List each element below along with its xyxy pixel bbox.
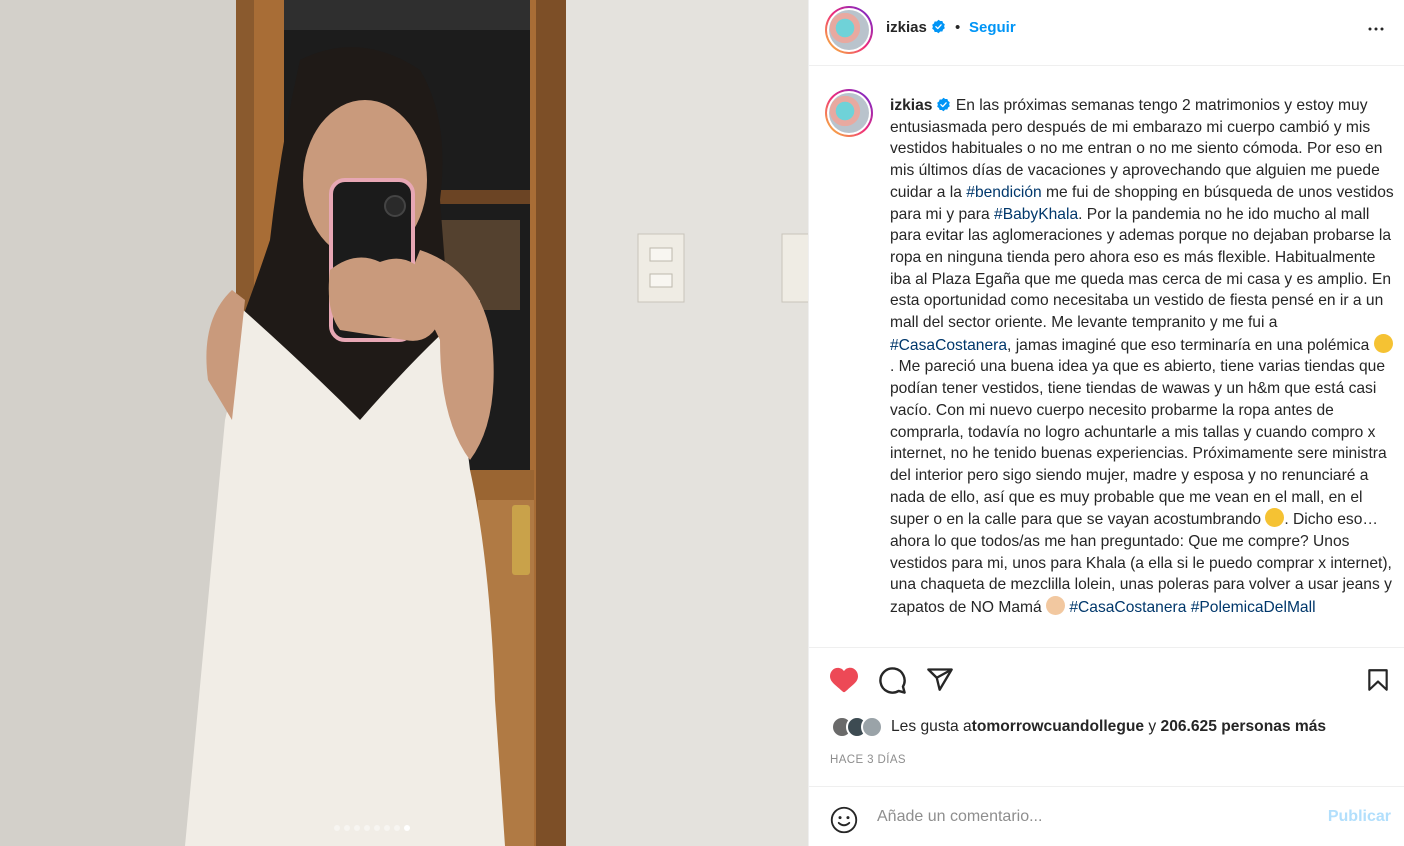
carousel-dot[interactable]	[334, 825, 340, 831]
carousel-dot[interactable]	[394, 825, 400, 831]
separator-dot: •	[955, 19, 961, 36]
carousel-dot[interactable]	[404, 825, 410, 831]
hashtag-link[interactable]: #BabyKhala	[994, 206, 1078, 223]
hashtag-link[interactable]: #bendición	[966, 184, 1041, 201]
comment-icon[interactable]	[878, 666, 907, 695]
post-timestamp[interactable]: HACE 3 DÍAS	[830, 754, 906, 766]
hashtag-link[interactable]: #CasaCostanera	[1069, 599, 1186, 616]
mother-emoji	[1046, 596, 1066, 616]
comment-box: Añade un comentario... Publicar	[809, 786, 1404, 846]
heart-filled-icon[interactable]	[829, 666, 859, 694]
likes-summary: Les gusta a tomorrowcuandollegue y 206.6…	[831, 716, 1326, 738]
hashtag-link[interactable]: #CasaCostanera	[890, 337, 1007, 354]
post-actions: Les gusta a tomorrowcuandollegue y 206.6…	[809, 647, 1404, 846]
caption-area: izkias En las próximas semanas tengo 2 m…	[809, 67, 1404, 647]
caption-text-segment: , jamas imaginé que eso terminaría en un…	[1007, 336, 1374, 354]
carousel-dot[interactable]	[374, 825, 380, 831]
liker-username[interactable]: tomorrowcuandollegue	[972, 718, 1144, 736]
caption-text-segment: . Por la pandemia no he ido mucho al mal…	[890, 205, 1392, 332]
carousel-dot[interactable]	[344, 825, 350, 831]
likes-count[interactable]: 206.625 personas más	[1161, 718, 1327, 736]
post-caption: izkias En las próximas semanas tengo 2 m…	[890, 95, 1395, 619]
verified-badge-icon	[937, 97, 951, 112]
bookmark-icon[interactable]	[1365, 666, 1391, 694]
carousel-indicator[interactable]	[334, 825, 410, 831]
caption-username[interactable]: izkias	[890, 97, 951, 114]
verified-badge-icon	[932, 19, 945, 34]
likes-connector: y	[1144, 718, 1161, 735]
post-header: izkias • Seguir	[809, 0, 1404, 66]
follow-button[interactable]: Seguir	[969, 19, 1016, 36]
smiley-icon[interactable]	[830, 806, 858, 834]
share-icon[interactable]	[926, 666, 954, 694]
author-avatar[interactable]	[825, 6, 873, 54]
caption-text-segment: . Me pareció una buena idea ya que es ab…	[890, 358, 1387, 529]
carousel-dot[interactable]	[354, 825, 360, 831]
carousel-dot[interactable]	[384, 825, 390, 831]
caption-text: En las próximas semanas tengo 2 matrimon…	[890, 97, 1394, 616]
mirror-selfie-image	[0, 0, 808, 846]
caption-author-avatar[interactable]	[825, 89, 873, 137]
carousel-dot[interactable]	[364, 825, 370, 831]
liker-avatars[interactable]	[831, 716, 883, 738]
pleading-face-emoji	[1373, 333, 1393, 353]
post-photo[interactable]	[0, 0, 808, 846]
author-username[interactable]: izkias	[886, 19, 946, 36]
post-side-panel: izkias • Seguir izkias En las próximas s…	[808, 0, 1404, 846]
likes-prefix: Les gusta a	[891, 718, 972, 735]
kissing-wink-emoji	[1265, 508, 1285, 528]
more-horizontal-icon[interactable]	[1365, 20, 1387, 38]
hashtag-link[interactable]: #PolemicaDelMall	[1191, 599, 1316, 616]
comment-input[interactable]: Añade un comentario...	[877, 808, 1042, 826]
publish-button[interactable]: Publicar	[1328, 808, 1391, 826]
